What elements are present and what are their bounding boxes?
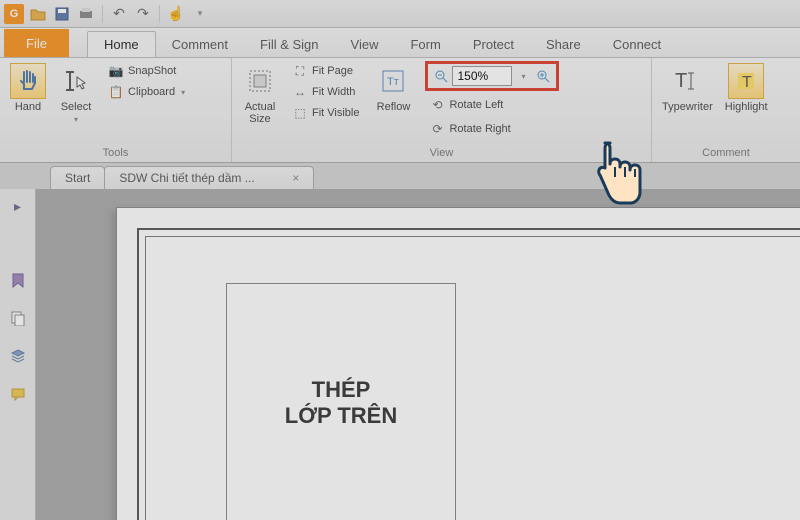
- fit-visible-button[interactable]: ⬚Fit Visible: [288, 103, 363, 123]
- select-button[interactable]: Select ▾: [52, 61, 100, 126]
- sidebar-expand-icon[interactable]: ▸: [7, 195, 29, 217]
- app-logo-icon[interactable]: G: [4, 4, 24, 24]
- rotate-left-button[interactable]: ⟲Rotate Left: [425, 95, 559, 115]
- tab-share[interactable]: Share: [530, 32, 597, 57]
- reflow-icon: Tᴛ: [379, 67, 407, 95]
- zoom-out-icon: [434, 69, 448, 83]
- document-canvas[interactable]: THÉP LỚP TRÊN: [36, 189, 800, 520]
- select-cursor-icon: [62, 67, 90, 95]
- clipboard-icon: 📋: [108, 84, 124, 100]
- sidebar-panel: ▸: [0, 189, 36, 520]
- doc-text-line1: THÉP: [312, 377, 371, 403]
- close-tab-icon[interactable]: ×: [292, 171, 299, 185]
- clipboard-button[interactable]: 📋Clipboard▾: [104, 82, 189, 102]
- fit-width-icon: ↔: [292, 84, 308, 100]
- zoom-control: ▾: [425, 61, 559, 91]
- zoom-dropdown[interactable]: ▾: [514, 67, 532, 85]
- text-block: THÉP LỚP TRÊN: [226, 283, 456, 520]
- tab-connect[interactable]: Connect: [597, 32, 677, 57]
- open-icon[interactable]: [28, 4, 48, 24]
- tab-comment[interactable]: Comment: [156, 32, 244, 57]
- group-label-view: View: [232, 145, 651, 162]
- document-tabs: Start SDW Chi tiết thép dầm ...×: [0, 163, 800, 189]
- fit-page-button[interactable]: ⛶Fit Page: [288, 61, 363, 81]
- tab-fill-sign[interactable]: Fill & Sign: [244, 32, 335, 57]
- rotate-left-icon: ⟲: [429, 97, 445, 113]
- redo-icon[interactable]: ↷: [133, 4, 153, 24]
- typewriter-button[interactable]: T Typewriter: [656, 61, 719, 115]
- quick-toolbar: G ↶ ↷ ☝ ▾: [0, 0, 800, 28]
- highlight-icon: T: [732, 67, 760, 95]
- save-icon[interactable]: [52, 4, 72, 24]
- zoom-in-icon: [536, 69, 550, 83]
- pages-icon[interactable]: [7, 307, 29, 329]
- actual-size-button[interactable]: Actual Size: [236, 61, 284, 127]
- svg-text:Tᴛ: Tᴛ: [387, 76, 399, 88]
- ribbon: Hand Select ▾ 📷SnapShot 📋Clipboard▾ Tool…: [0, 58, 800, 163]
- comments-icon[interactable]: [7, 383, 29, 405]
- group-label-comment: Comment: [652, 145, 800, 162]
- doctab-document[interactable]: SDW Chi tiết thép dầm ...×: [104, 166, 314, 189]
- page: THÉP LỚP TRÊN: [116, 207, 800, 520]
- zoom-in-button[interactable]: [534, 67, 552, 85]
- svg-text:T: T: [675, 70, 687, 92]
- fit-page-icon: ⛶: [292, 63, 308, 79]
- fit-visible-icon: ⬚: [292, 105, 308, 121]
- highlight-button[interactable]: T Highlight: [719, 61, 774, 115]
- tab-form[interactable]: Form: [394, 32, 456, 57]
- file-tab[interactable]: File: [4, 29, 69, 57]
- fit-width-button[interactable]: ↔Fit Width: [288, 82, 363, 102]
- ribbon-tabs: File Home Comment Fill & Sign View Form …: [0, 28, 800, 58]
- undo-icon[interactable]: ↶: [109, 4, 129, 24]
- typewriter-icon: T: [673, 67, 701, 95]
- print-icon[interactable]: [76, 4, 96, 24]
- rotate-right-icon: ⟳: [429, 121, 445, 137]
- group-label-tools: Tools: [0, 145, 231, 162]
- reflow-button[interactable]: Tᴛ Reflow: [369, 61, 417, 115]
- snapshot-button[interactable]: 📷SnapShot: [104, 61, 189, 81]
- camera-icon: 📷: [108, 63, 124, 79]
- hand-button[interactable]: Hand: [4, 61, 52, 115]
- svg-text:T: T: [742, 74, 752, 91]
- doc-text-line2: LỚP TRÊN: [285, 403, 397, 429]
- zoom-input[interactable]: [452, 66, 512, 86]
- layers-icon[interactable]: [7, 345, 29, 367]
- tab-protect[interactable]: Protect: [457, 32, 530, 57]
- bookmarks-icon[interactable]: [7, 269, 29, 291]
- rotate-right-button[interactable]: ⟳Rotate Right: [425, 119, 559, 139]
- dropdown-icon[interactable]: ▾: [190, 4, 210, 24]
- tab-home[interactable]: Home: [87, 31, 156, 57]
- doctab-start[interactable]: Start: [50, 166, 105, 189]
- actual-size-icon: [246, 67, 274, 95]
- tab-view[interactable]: View: [335, 32, 395, 57]
- content-area: ▸ THÉP LỚP TRÊN: [0, 189, 800, 520]
- hand-icon: [14, 67, 42, 95]
- zoom-out-button[interactable]: [432, 67, 450, 85]
- hand-pointer-icon[interactable]: ☝: [166, 4, 186, 24]
